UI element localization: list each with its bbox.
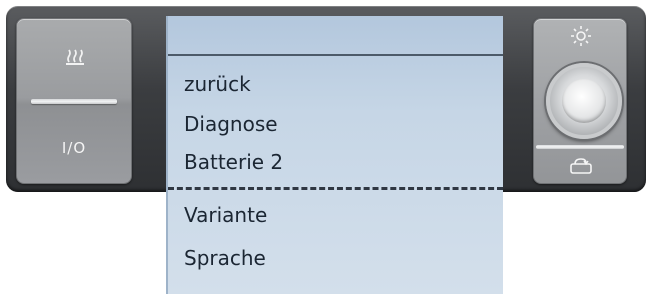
menu-item-battery-2[interactable]: Batterie 2 (184, 150, 283, 174)
menu-item-language[interactable]: Sprache (184, 246, 266, 270)
control-unit-screen: I/O zurück Diagnose Batterie 2 Variante … (0, 0, 649, 294)
recirculation-icon[interactable] (568, 157, 594, 175)
sun-icon (571, 26, 591, 46)
seat-heating-icon[interactable] (65, 49, 85, 65)
power-toggle-label: I/O (61, 139, 87, 157)
rotary-knob-panel[interactable] (533, 18, 627, 184)
power-heat-button[interactable]: I/O (16, 18, 132, 184)
menu-dashed-separator (168, 187, 503, 190)
menu-item-back[interactable]: zurück (184, 72, 251, 96)
button-divider (31, 99, 117, 104)
knob-divider (536, 145, 624, 149)
menu-item-variant[interactable]: Variante (184, 203, 267, 227)
menu-display: zurück Diagnose Batterie 2 Variante Spra… (166, 16, 503, 294)
menu-header-line (168, 54, 503, 56)
rotary-knob[interactable] (546, 63, 622, 139)
menu-item-diagnose[interactable]: Diagnose (184, 112, 278, 136)
knob-center[interactable] (562, 79, 606, 123)
